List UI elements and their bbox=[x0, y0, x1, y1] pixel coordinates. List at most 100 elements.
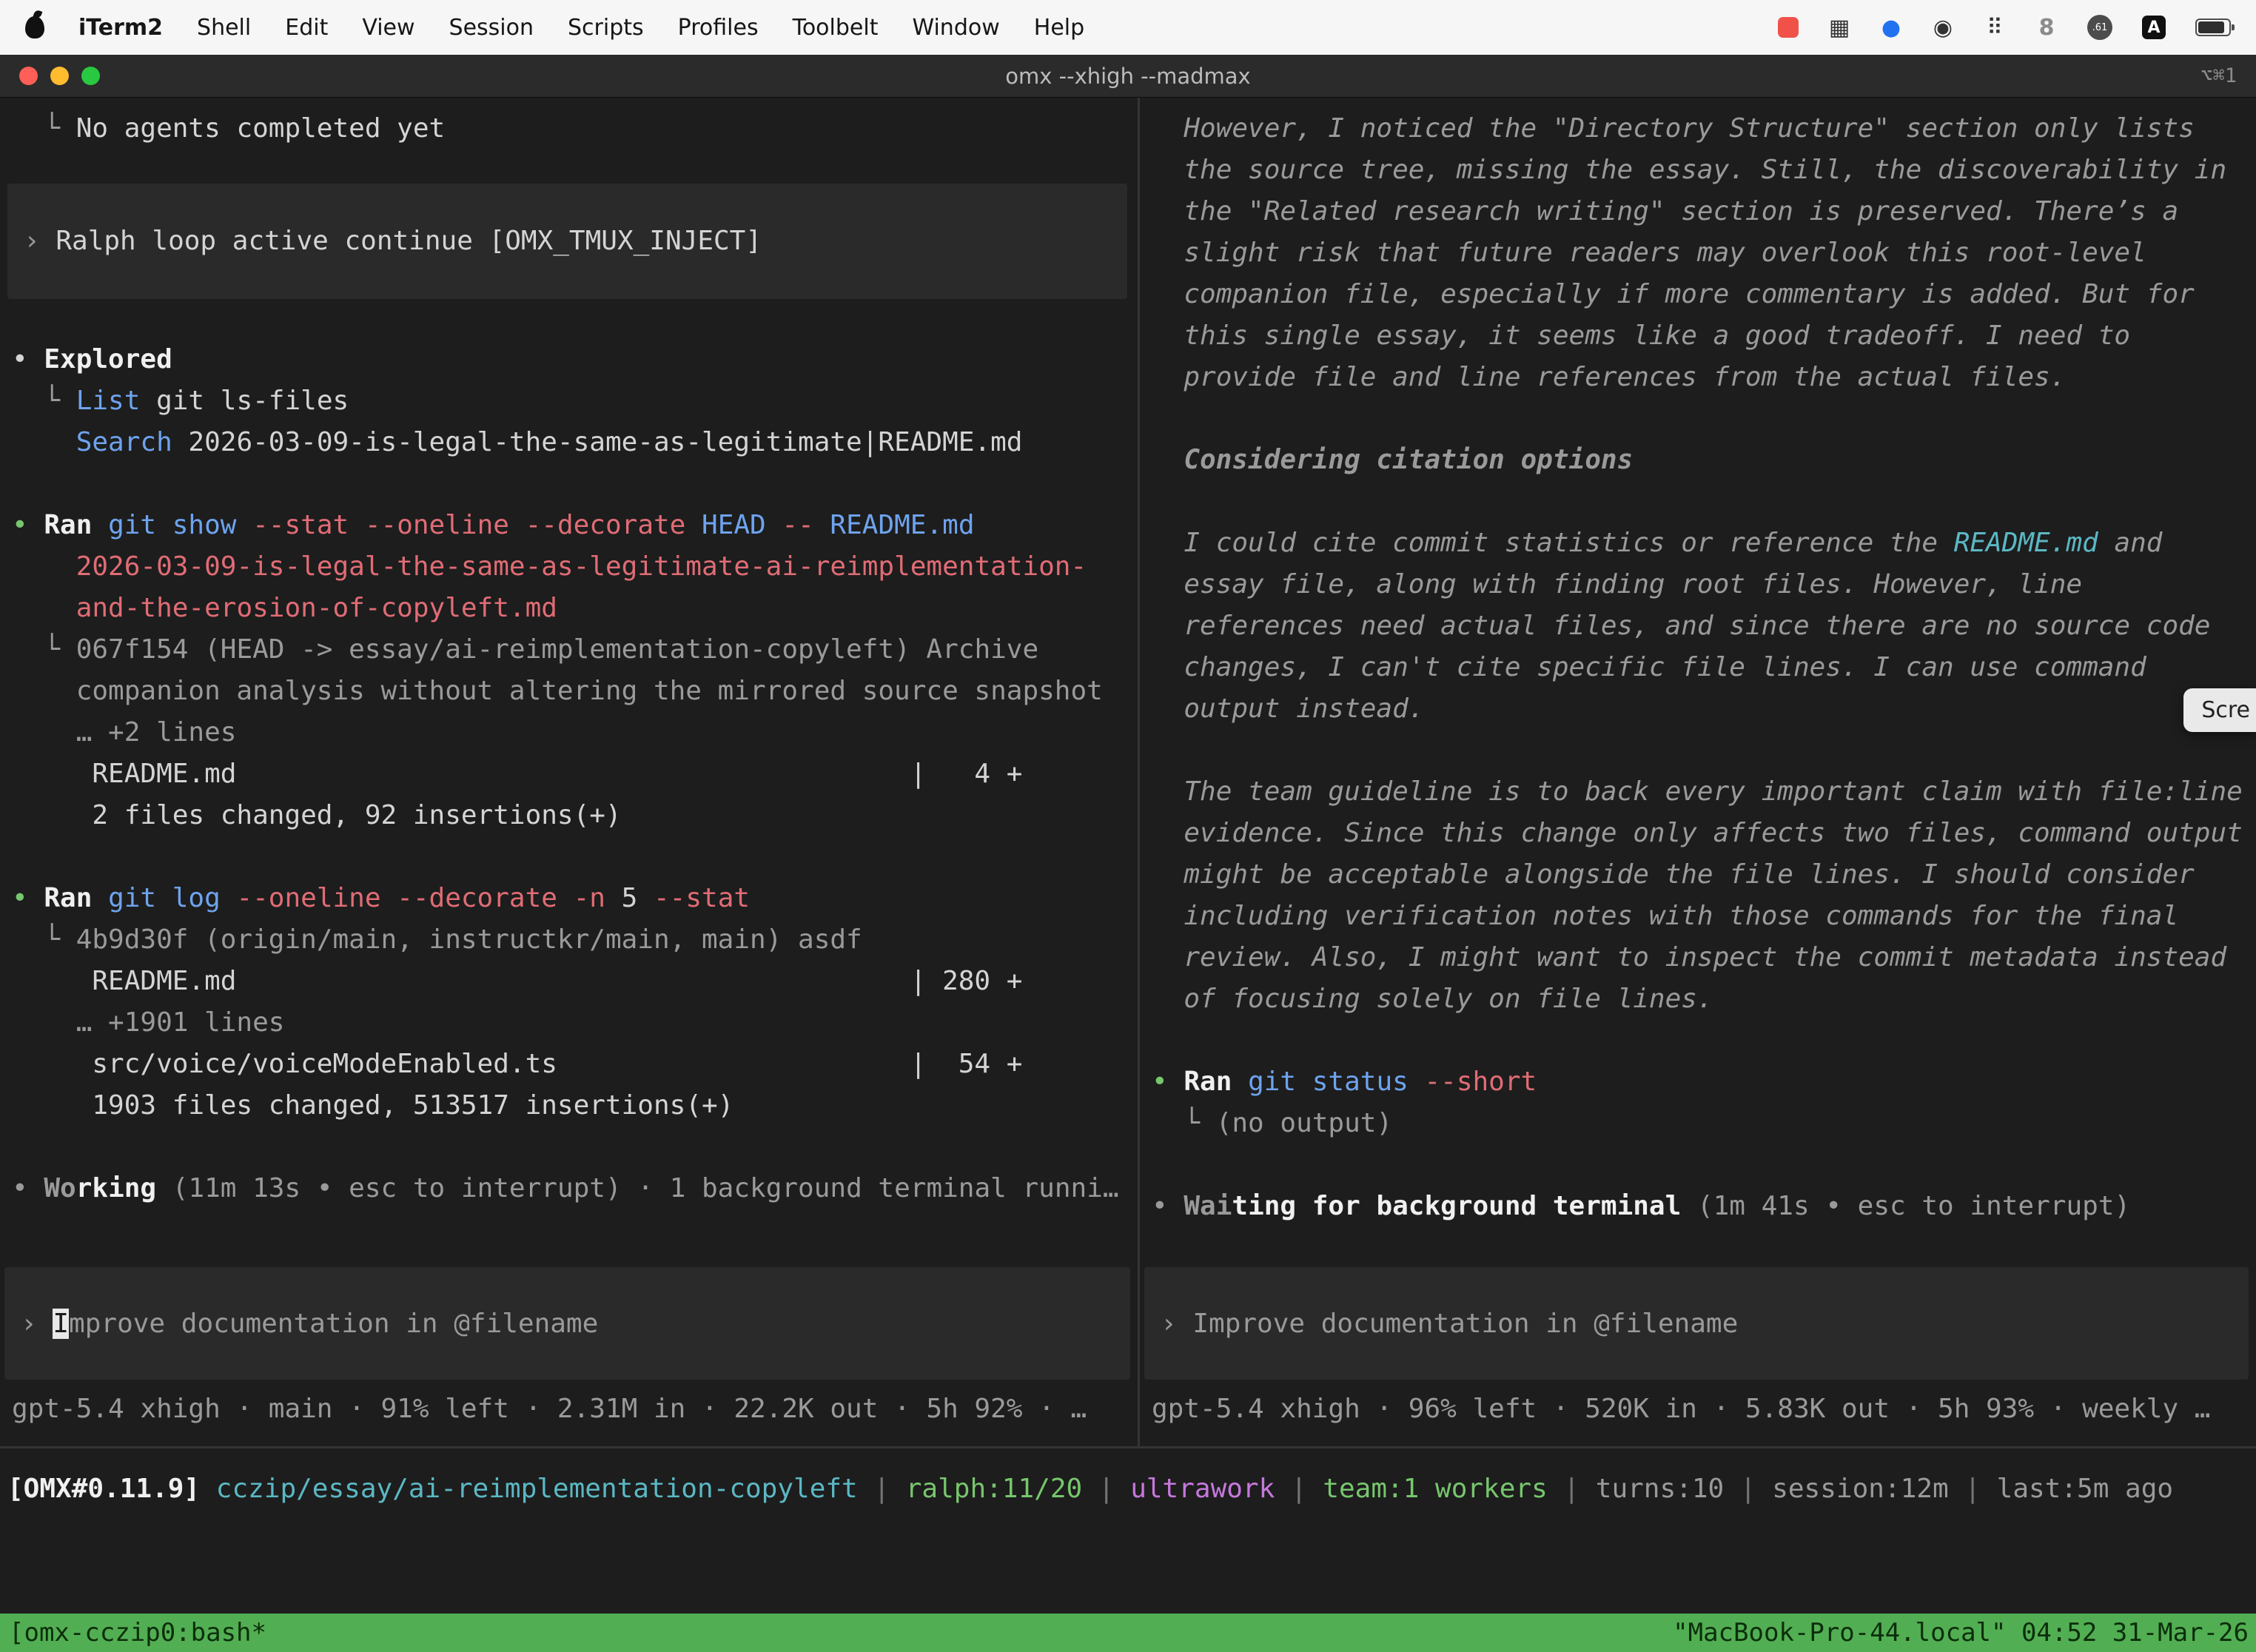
menu-item-edit[interactable]: Edit bbox=[285, 15, 328, 41]
text-segment: references need actual files, and since … bbox=[1152, 611, 2210, 641]
swirl-app-icon[interactable]: ◉ bbox=[1932, 15, 1954, 41]
text-segment: the "Related research writing" section i… bbox=[1152, 196, 2178, 226]
close-button[interactable] bbox=[19, 67, 38, 85]
terminal-line: └ (no output) bbox=[1152, 1103, 2256, 1144]
menu-bar-status-area: ▦ ● ◉ ⠿ 8 .61 A bbox=[1778, 15, 2231, 41]
terminal-line: I could cite commit statistics or refere… bbox=[1152, 523, 2256, 564]
menu-item-iterm2[interactable]: iTerm2 bbox=[78, 15, 163, 41]
terminal-line: └ 067f154 (HEAD -> essay/ai-reimplementa… bbox=[12, 629, 1138, 671]
terminal-line: README.md | 280 + bbox=[12, 961, 1138, 1002]
terminal-line: references need actual files, and since … bbox=[1152, 605, 2256, 647]
text-segment: Search bbox=[76, 427, 172, 457]
text-segment: Explored bbox=[44, 344, 172, 375]
text-segment: • bbox=[12, 344, 44, 375]
text-segment: 2026-03-09-is-legal-the-same-as-legitima… bbox=[172, 427, 1023, 457]
minimize-button[interactable] bbox=[50, 67, 69, 85]
terminal-line: might be acceptable alongside the file l… bbox=[1152, 854, 2256, 896]
text-segment: However, I noticed the "Directory Struct… bbox=[1152, 113, 2195, 144]
left-prompt-input[interactable]: › Improve documentation in @filename bbox=[4, 1267, 1130, 1380]
screen-recording-indicator-icon[interactable] bbox=[1778, 17, 1799, 38]
text-segment: List bbox=[76, 386, 141, 416]
left-model-status-line: gpt-5.4 xhigh · main · 91% left · 2.31M … bbox=[12, 1389, 1138, 1430]
terminal-line: [OMX#0.11.9] cczip/essay/ai-reimplementa… bbox=[7, 1468, 2256, 1510]
menu-item-scripts[interactable]: Scripts bbox=[568, 15, 644, 41]
text-segment: 067f154 (HEAD -> essay/ai-reimplementati… bbox=[76, 634, 1038, 665]
text-segment: README.md | 4 + bbox=[12, 759, 1022, 789]
text-segment: • bbox=[12, 1173, 44, 1203]
text-segment: └ bbox=[1152, 1108, 1216, 1138]
left-pane-scrollback: └ No agents completed yet› Ralph loop ac… bbox=[0, 98, 1138, 1209]
terminal-line: evidence. Since this change only affects… bbox=[1152, 813, 2256, 854]
menu-item-shell[interactable]: Shell bbox=[197, 15, 251, 41]
text-segment: last:5m ago bbox=[1997, 1474, 2173, 1504]
prompt-placeholder: mprove documentation in @filename bbox=[69, 1309, 598, 1339]
text-segment: 2 files changed, 92 insertions(+) bbox=[12, 800, 622, 830]
text-segment: git status bbox=[1248, 1067, 1424, 1097]
text-segment: (no output) bbox=[1216, 1108, 1392, 1138]
grid-icon[interactable]: ▦ bbox=[1828, 15, 1850, 41]
text-segment: including verification notes with those … bbox=[1152, 901, 2178, 931]
text-segment: … +1901 lines bbox=[12, 1007, 284, 1038]
zoom-button[interactable] bbox=[81, 67, 100, 85]
terminal-line: • Ran git status --short bbox=[1152, 1061, 2256, 1103]
text-segment: session:12m bbox=[1772, 1474, 1948, 1504]
apple-menu-icon[interactable] bbox=[25, 16, 44, 38]
text-segment bbox=[12, 551, 76, 582]
terminal-line: essay file, along with finding root file… bbox=[1152, 564, 2256, 605]
text-segment: -- bbox=[782, 510, 830, 540]
terminal-line: … +1901 lines bbox=[12, 1002, 1138, 1044]
text-segment: └ bbox=[12, 634, 76, 665]
text-segment: git ls-files bbox=[140, 386, 349, 416]
terminal-line: review. Also, I might want to inspect th… bbox=[1152, 937, 2256, 978]
text-segment: [OMX#0.11.9] bbox=[7, 1474, 216, 1504]
blue-app-icon[interactable]: ● bbox=[1880, 15, 1902, 41]
text-segment: slight risk that future readers may over… bbox=[1152, 238, 2146, 268]
battery-cycle-badge-icon[interactable]: .61 bbox=[2087, 15, 2112, 40]
status-separator bbox=[0, 1446, 2256, 1448]
text-segment: Ran bbox=[44, 883, 108, 913]
text-segment: and-the-erosion-of-copyleft.md bbox=[76, 593, 557, 623]
menu-item-help[interactable]: Help bbox=[1034, 15, 1084, 41]
numeric-key-icon[interactable]: 8 bbox=[2035, 15, 2058, 41]
text-segment: › bbox=[24, 226, 56, 256]
window-title-bar: omx --xhigh --madmax ⌥⌘1 bbox=[0, 55, 2256, 98]
terminal-line: changes, I can't cite specific file line… bbox=[1152, 647, 2256, 688]
omx-global-status-line: [OMX#0.11.9] cczip/essay/ai-reimplementa… bbox=[7, 1468, 2256, 1510]
text-segment: git show bbox=[108, 510, 252, 540]
left-terminal-pane[interactable]: └ No agents completed yet› Ralph loop ac… bbox=[0, 98, 1138, 1446]
terminal-line: companion file, especially if more comme… bbox=[1152, 274, 2256, 315]
text-segment: README.md bbox=[1954, 528, 2098, 558]
text-segment: companion file, especially if more comme… bbox=[1152, 279, 2195, 309]
text-segment: • bbox=[12, 510, 44, 540]
prompt-placeholder: Improve documentation in @filename bbox=[1192, 1309, 1738, 1339]
terminal-line: └ List git ls-files bbox=[12, 380, 1138, 422]
battery-icon[interactable] bbox=[2195, 19, 2231, 36]
menu-item-view[interactable]: View bbox=[362, 15, 414, 41]
text-segment: README.md | 280 + bbox=[12, 966, 1022, 996]
terminal-line: of focusing solely on file lines. bbox=[1152, 978, 2256, 1020]
terminal-line: and-the-erosion-of-copyleft.md bbox=[12, 588, 1138, 629]
terminal-line: • Working (11m 13s • esc to interrupt) ·… bbox=[12, 1168, 1138, 1209]
input-source-icon[interactable]: A bbox=[2142, 16, 2166, 39]
dots-grid-icon[interactable]: ⠿ bbox=[1984, 15, 2006, 41]
text-segment: • bbox=[1152, 1067, 1184, 1097]
text-segment: changes, I can't cite specific file line… bbox=[1152, 652, 2146, 682]
text-segment: cczip/essay/ai-reimplementation-copyleft bbox=[216, 1474, 858, 1504]
right-prompt-input[interactable]: › Improve documentation in @filename bbox=[1144, 1267, 2249, 1380]
menu-item-profiles[interactable]: Profiles bbox=[678, 15, 759, 41]
terminal-line: 2026-03-09-is-legal-the-same-as-legitima… bbox=[12, 546, 1138, 588]
terminal-line: companion analysis without altering the … bbox=[12, 671, 1138, 712]
text-cursor: I bbox=[53, 1309, 69, 1339]
text-segment: --short bbox=[1424, 1067, 1537, 1097]
right-terminal-pane[interactable]: However, I noticed the "Directory Struct… bbox=[1140, 98, 2256, 1446]
text-segment: Wai bbox=[1184, 1191, 1232, 1221]
menu-item-session[interactable]: Session bbox=[449, 15, 534, 41]
text-segment: └ bbox=[12, 386, 76, 416]
text-segment: evidence. Since this change only affects… bbox=[1152, 818, 2243, 848]
terminal-line: 1903 files changed, 513517 insertions(+) bbox=[12, 1085, 1138, 1126]
menu-item-toolbelt[interactable]: Toolbelt bbox=[793, 15, 879, 41]
tmux-panes: └ No agents completed yet› Ralph loop ac… bbox=[0, 98, 2256, 1446]
menu-item-window[interactable]: Window bbox=[912, 15, 999, 41]
notification-toast[interactable]: Scre bbox=[2183, 688, 2256, 732]
prompt-chevron-icon: › bbox=[1161, 1309, 1192, 1339]
